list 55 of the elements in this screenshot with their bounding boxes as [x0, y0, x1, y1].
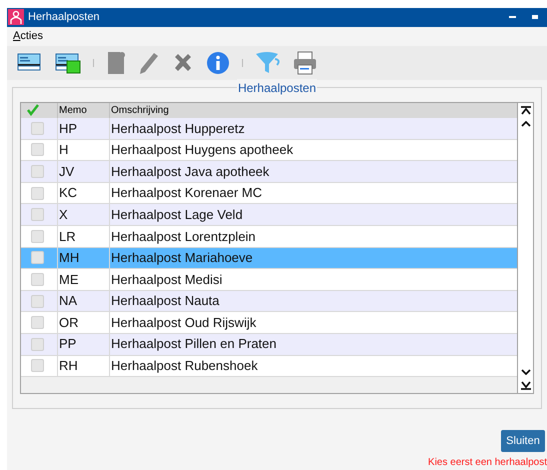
- scroll-top-icon[interactable]: [520, 106, 530, 115]
- check-icon: [27, 104, 39, 116]
- table-row[interactable]: X Herhaalpost Lage Veld: [21, 204, 517, 226]
- table-row[interactable]: NA Herhaalpost Nauta: [21, 290, 517, 312]
- table-cell: H: [57, 140, 109, 160]
- printer-icon[interactable]: [293, 51, 317, 76]
- table-row[interactable]: KC Herhaalpost Korenaer MC: [21, 182, 517, 204]
- checkbox[interactable]: [31, 272, 44, 286]
- person-icon: [8, 9, 24, 26]
- checkbox[interactable]: [31, 316, 44, 330]
- table-row[interactable]: RH Herhaalpost Rubenshoek: [21, 356, 517, 378]
- info-icon[interactable]: [206, 51, 230, 76]
- checkbox[interactable]: [31, 208, 44, 222]
- table-row[interactable]: ME Herhaalpost Medisi: [21, 269, 517, 291]
- table-row[interactable]: JV Herhaalpost Java apotheek: [21, 161, 517, 183]
- table-cell: LR: [57, 226, 109, 247]
- checkbox[interactable]: [31, 359, 44, 372]
- table-cell: ME: [57, 269, 109, 290]
- filter-icon[interactable]: [255, 51, 281, 76]
- window-title: Herhaalposten: [28, 10, 100, 26]
- minimize-icon[interactable]: [509, 16, 516, 19]
- scroll-bottom-icon[interactable]: [520, 380, 530, 390]
- table-cell: OR: [57, 312, 109, 333]
- table-cell: X: [57, 204, 109, 225]
- error-message: Kies eerst een herhaalpost: [428, 456, 547, 470]
- table-row[interactable]: H Herhaalpost Huygens apotheek: [21, 140, 517, 162]
- document-icon[interactable]: [106, 51, 126, 76]
- table-row[interactable]: HP Herhaalpost Hupperetz: [21, 118, 517, 140]
- scroll-down-icon[interactable]: [520, 368, 530, 375]
- table-row[interactable]: OR Herhaalpost Oud Rijswijk: [21, 312, 517, 334]
- checkbox[interactable]: [31, 122, 44, 135]
- table-cell: NA: [57, 290, 109, 312]
- menu-item[interactable]: Acties: [13, 28, 43, 45]
- table-cell: PP: [57, 334, 109, 355]
- checkbox[interactable]: [31, 186, 44, 200]
- maximize-icon[interactable]: [532, 15, 538, 20]
- table-cell: JV: [57, 161, 109, 182]
- table-cell: RH: [57, 356, 109, 376]
- pencil-icon[interactable]: [138, 51, 160, 76]
- group-title: Herhaalposten: [236, 78, 318, 97]
- table-row[interactable]: LR Herhaalpost Lorentzplein: [21, 226, 517, 248]
- scroll-up-icon[interactable]: [520, 120, 530, 127]
- table-row[interactable]: MH Herhaalpost Mariahoeve: [21, 248, 517, 270]
- checkbox[interactable]: [31, 294, 44, 308]
- checkbox[interactable]: [31, 143, 44, 156]
- close-button[interactable]: Sluiten: [501, 430, 545, 452]
- table-cell: HP: [57, 118, 109, 139]
- checkbox[interactable]: [31, 230, 44, 243]
- table-cell: KC: [57, 182, 109, 204]
- checkbox[interactable]: [31, 338, 44, 351]
- checkbox[interactable]: [31, 164, 44, 178]
- card-add-icon[interactable]: [55, 52, 81, 74]
- table-row[interactable]: PP Herhaalpost Pillen en Praten: [21, 334, 517, 356]
- table-cell: MH: [57, 248, 109, 268]
- checkbox[interactable]: [31, 251, 44, 264]
